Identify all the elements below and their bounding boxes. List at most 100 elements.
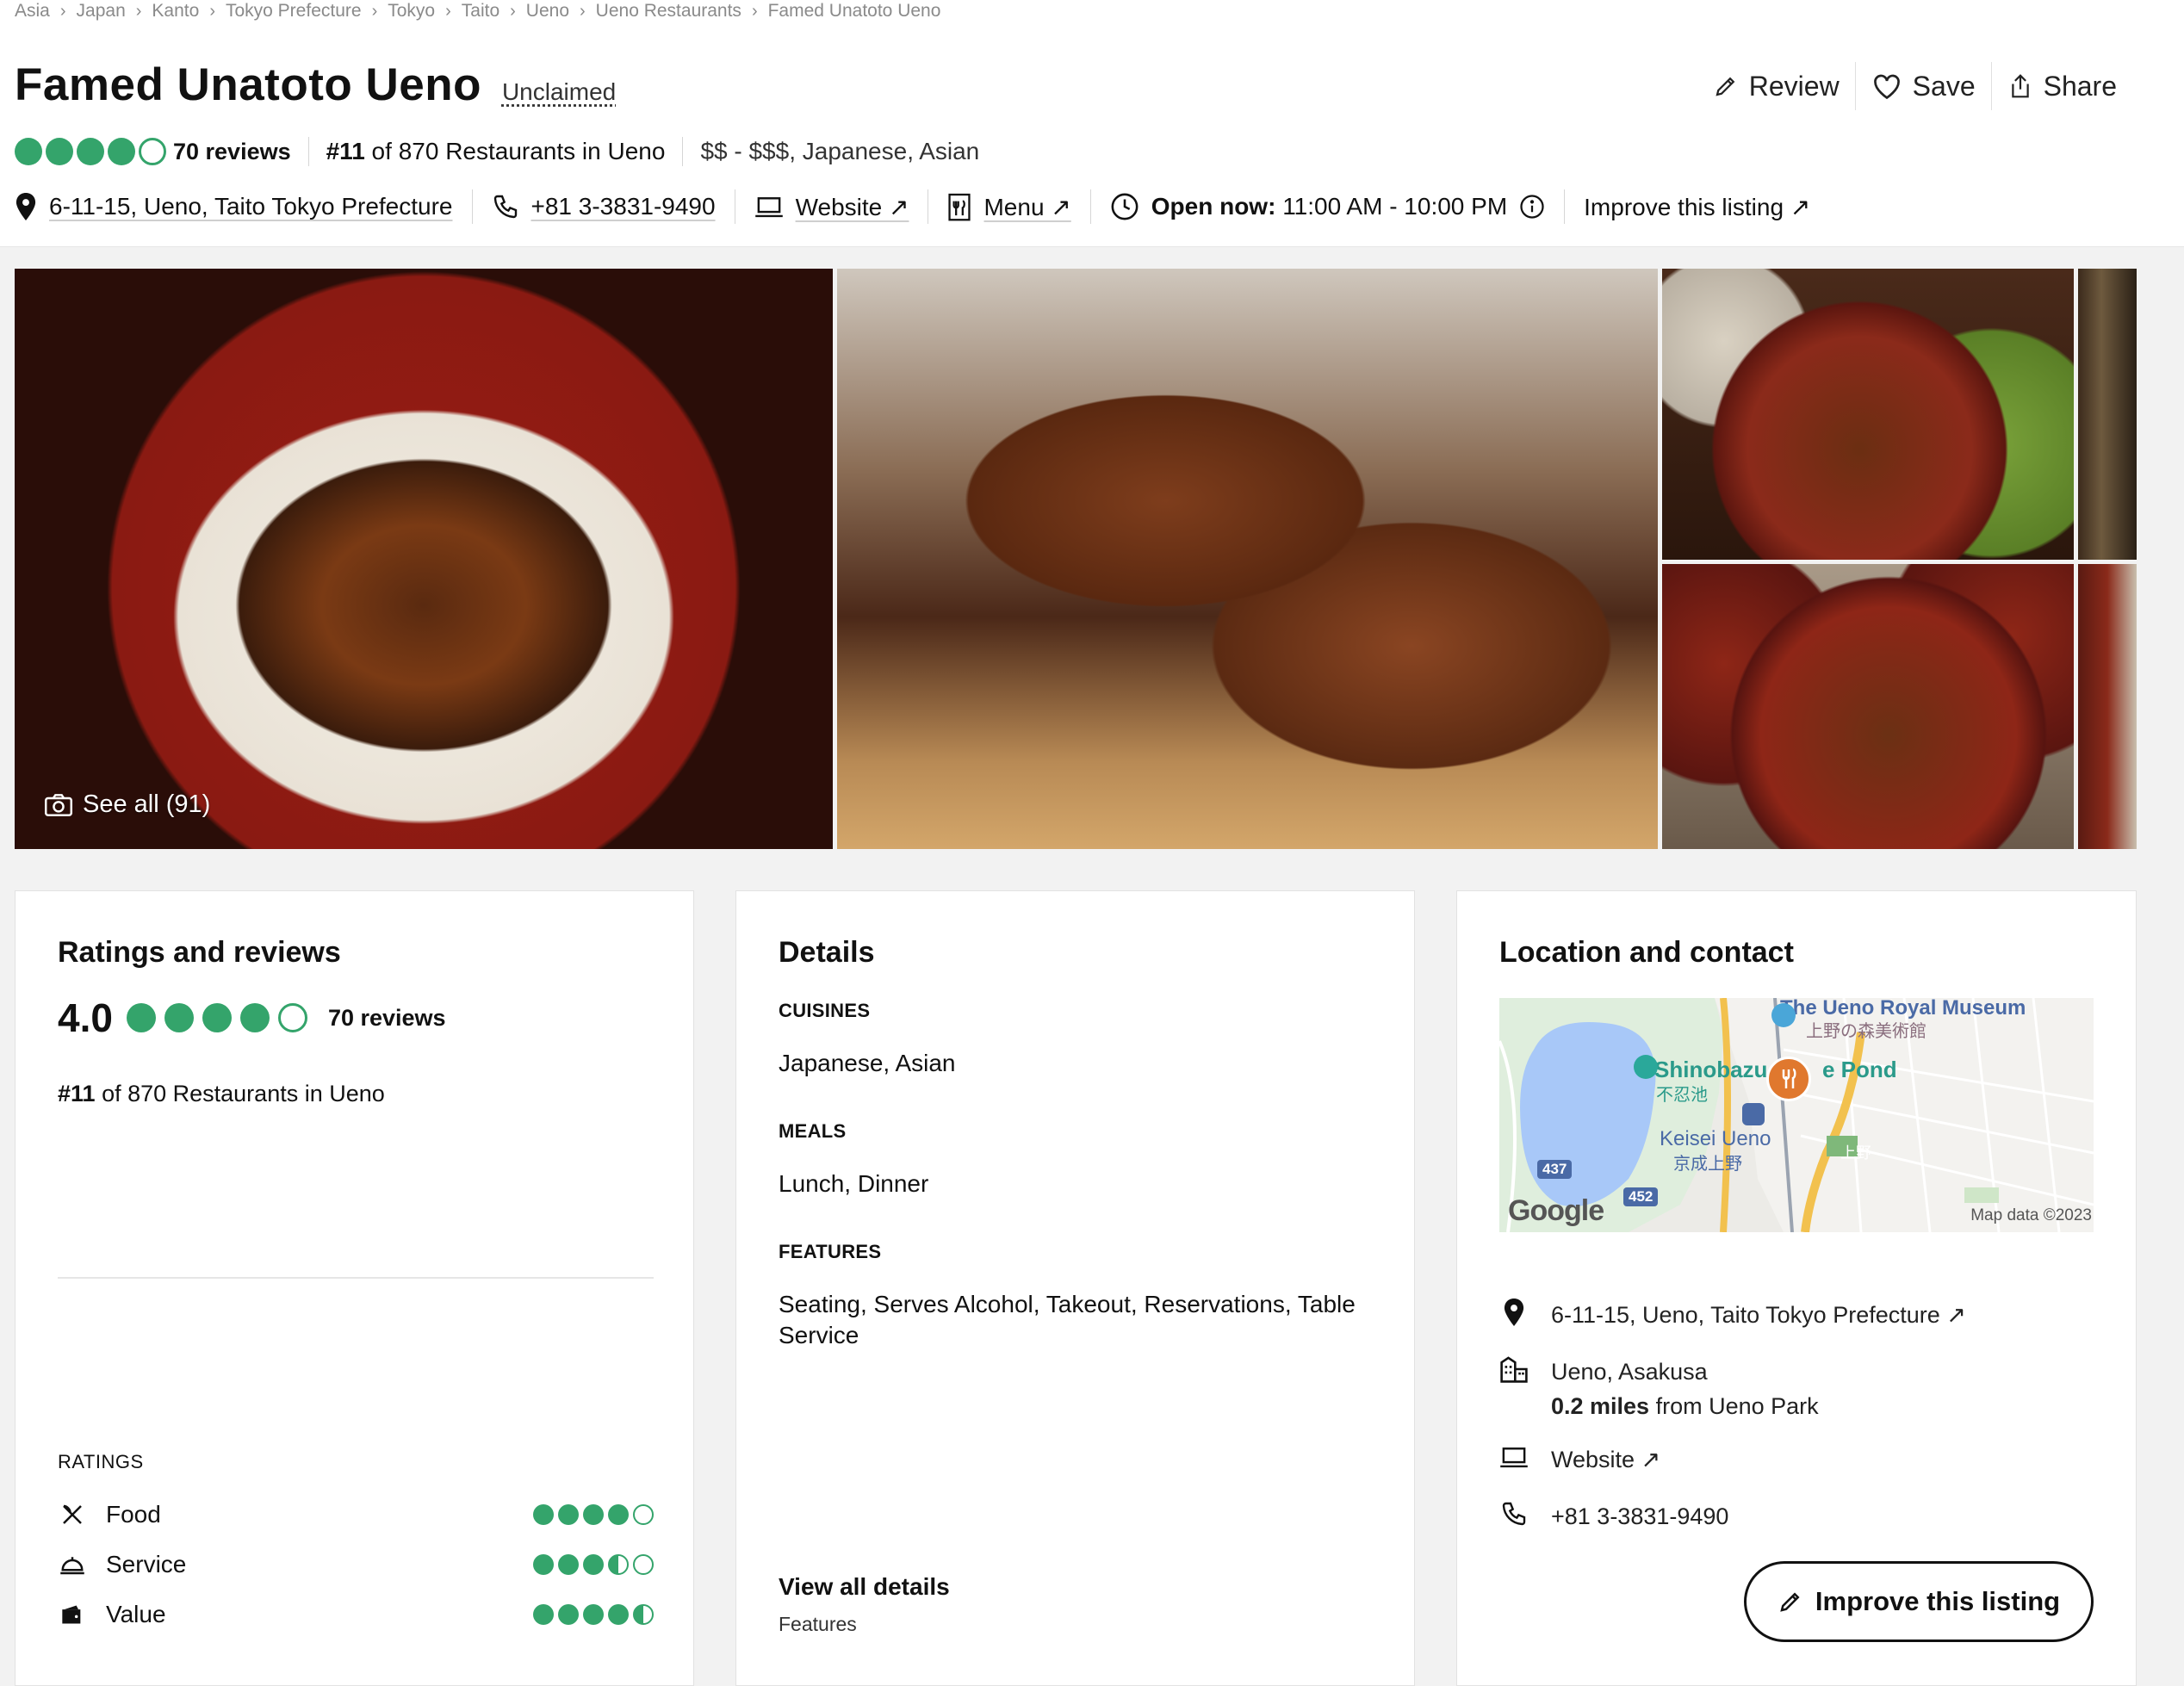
rating-bubble-filled [533,1504,554,1525]
location-phone-link[interactable]: +81 3-3831-9490 [1499,1499,1728,1534]
map-label-museum-jp: 上野の森美術館 [1806,1022,1927,1041]
rating-bubble-filled [558,1604,579,1625]
rating-bubble-filled [533,1554,554,1575]
photo-grilled-eel-closeup[interactable] [837,269,1658,849]
rating-label-food: Food [106,1501,161,1528]
improve-listing-text: Improve this listing ↗ [1584,193,1811,220]
features-label: FEATURES [779,1241,882,1262]
phone-text: +81 3-3831-9490 [530,193,716,220]
details-card: Details CUISINES Japanese, Asian MEALS L… [735,890,1415,1686]
breadcrumb-item-tokyo-prefecture[interactable]: Tokyo Prefecture [226,1,362,22]
rating-bubble-filled [533,1604,554,1625]
laptop-icon [754,195,784,219]
breadcrumb-item-ueno[interactable]: Ueno [526,1,569,22]
improve-listing-button[interactable]: Improve this listing [1744,1561,2094,1642]
rating-bubble-filled [558,1554,579,1575]
score-number: 4.0 [58,995,113,1040]
breadcrumb-item-ueno-restaurants[interactable]: Ueno Restaurants [596,1,741,22]
neighborhood-text: Ueno, Asakusa [1551,1359,1708,1385]
photo-partial-interior[interactable] [2078,269,2137,560]
location-website-link[interactable]: Website ↗ [1499,1442,1660,1477]
hours-text: 11:00 AM - 10:00 PM [1282,193,1508,220]
laptop-icon [1499,1442,1529,1472]
divider [58,1277,654,1279]
breadcrumb-item-current: Famed Unatoto Ueno [767,1,941,21]
camera-icon [45,793,72,816]
rating-bubble-filled [46,138,73,165]
breadcrumb-separator-icon: › [580,1,586,21]
museum-marker-icon [1771,1003,1796,1027]
location-address-link[interactable]: 6-11-15, Ueno, Taito Tokyo Prefecture ↗ [1499,1298,1966,1332]
breadcrumb-item-taito[interactable]: Taito [462,1,499,22]
distance-text: from Ueno Park [1649,1393,1819,1419]
breadcrumb-item-asia[interactable]: Asia [15,1,50,22]
header-actions: Review Save Share [1697,62,2132,110]
save-button[interactable]: Save [1854,62,1991,110]
rating-bubble-filled [583,1604,604,1625]
unclaimed-link[interactable]: Unclaimed [502,78,616,106]
photo-unagi-bowls[interactable] [1662,564,2074,849]
train-station-icon [1742,1103,1765,1125]
ratings-section-label: RATINGS [58,1451,144,1472]
map-route-437: 437 [1537,1160,1573,1179]
see-all-photos-button[interactable]: See all (91) [45,790,210,819]
heart-icon [1871,71,1902,101]
phone-link[interactable]: +81 3-3831-9490 [492,193,716,220]
breadcrumb-separator-icon: › [445,1,451,21]
rating-bubble-filled [583,1554,604,1575]
menu-link[interactable]: Menu ↗ [947,191,1071,222]
view-all-details-link[interactable]: View all details [779,1573,950,1601]
rating-label-service: Service [106,1551,187,1578]
value-rating-bubbles [533,1604,654,1625]
map-pin-icon [1499,1298,1529,1327]
ratings-card-title: Ratings and reviews [58,936,341,969]
menu-text: Menu ↗ [983,193,1071,220]
rating-bubble-filled [202,1003,232,1032]
view-all-details-subtext: Features [779,1613,857,1635]
map-label-ueno-jp: 上野 [1840,1144,1871,1162]
main-photo-unagi-bowl[interactable] [15,269,833,849]
divider [1089,189,1091,224]
breadcrumb-item-kanto[interactable]: Kanto [152,1,199,22]
info-icon[interactable] [1519,194,1545,220]
map-attribution: Map data ©2023 [1970,1206,2092,1224]
divider [307,137,309,166]
location-website-text: Website ↗ [1551,1447,1661,1472]
divider [682,137,684,166]
neighborhood-info: Ueno, Asakusa 0.2 miles from Ueno Park [1499,1354,1819,1423]
hours-dropdown[interactable]: Open now: 11:00 AM - 10:00 PM [1110,192,1545,221]
map-label-pond-suffix: e Pond [1822,1057,1897,1082]
map[interactable]: The Ueno Royal Museum 上野の森美術館 Shinobazu … [1499,998,2094,1232]
buildings-icon [1499,1354,1529,1384]
divider [1564,189,1566,224]
breadcrumb-item-tokyo[interactable]: Tokyo [388,1,435,22]
utensils-icon [58,1500,87,1529]
restaurant-map-marker-icon[interactable] [1766,1057,1811,1101]
address-link[interactable]: 6-11-15, Ueno, Taito Tokyo Prefecture [15,193,453,220]
reviews-link[interactable]: 70 reviews [328,1005,446,1032]
improve-listing-label: Improve this listing [1815,1586,2061,1616]
reviews-link[interactable]: 70 reviews [173,139,291,165]
review-button[interactable]: Review [1697,62,1855,110]
website-link[interactable]: Website ↗ [754,193,909,221]
features-value: Seating, Serves Alcohol, Takeout, Reserv… [779,1291,1356,1348]
photo-partial-bowl[interactable] [2078,564,2137,849]
divider [471,189,473,224]
breadcrumb-separator-icon: › [59,1,66,21]
rating-bubble-half [633,1604,654,1625]
menu-icon [947,191,971,222]
rating-bubble-filled [608,1604,629,1625]
see-all-label: See all (91) [83,790,211,818]
info-row: 6-11-15, Ueno, Taito Tokyo Prefecture +8… [15,188,1810,226]
improve-listing-link[interactable]: Improve this listing ↗ [1584,193,1810,221]
share-button[interactable]: Share [1990,62,2132,110]
breadcrumb-item-japan[interactable]: Japan [77,1,126,22]
bubble-rating [15,138,166,165]
location-phone-text: +81 3-3831-9490 [1551,1503,1729,1529]
photo-set-meal[interactable] [1662,269,2074,560]
cuisines-value: Japanese, Asian [779,1050,956,1076]
open-now-label: Open now: [1151,193,1276,220]
address-text: 6-11-15, Ueno, Taito Tokyo Prefecture [49,193,453,220]
location-card-title: Location and contact [1499,936,1794,969]
ranking-link[interactable]: #11 of 870 Restaurants in Ueno [326,138,666,165]
